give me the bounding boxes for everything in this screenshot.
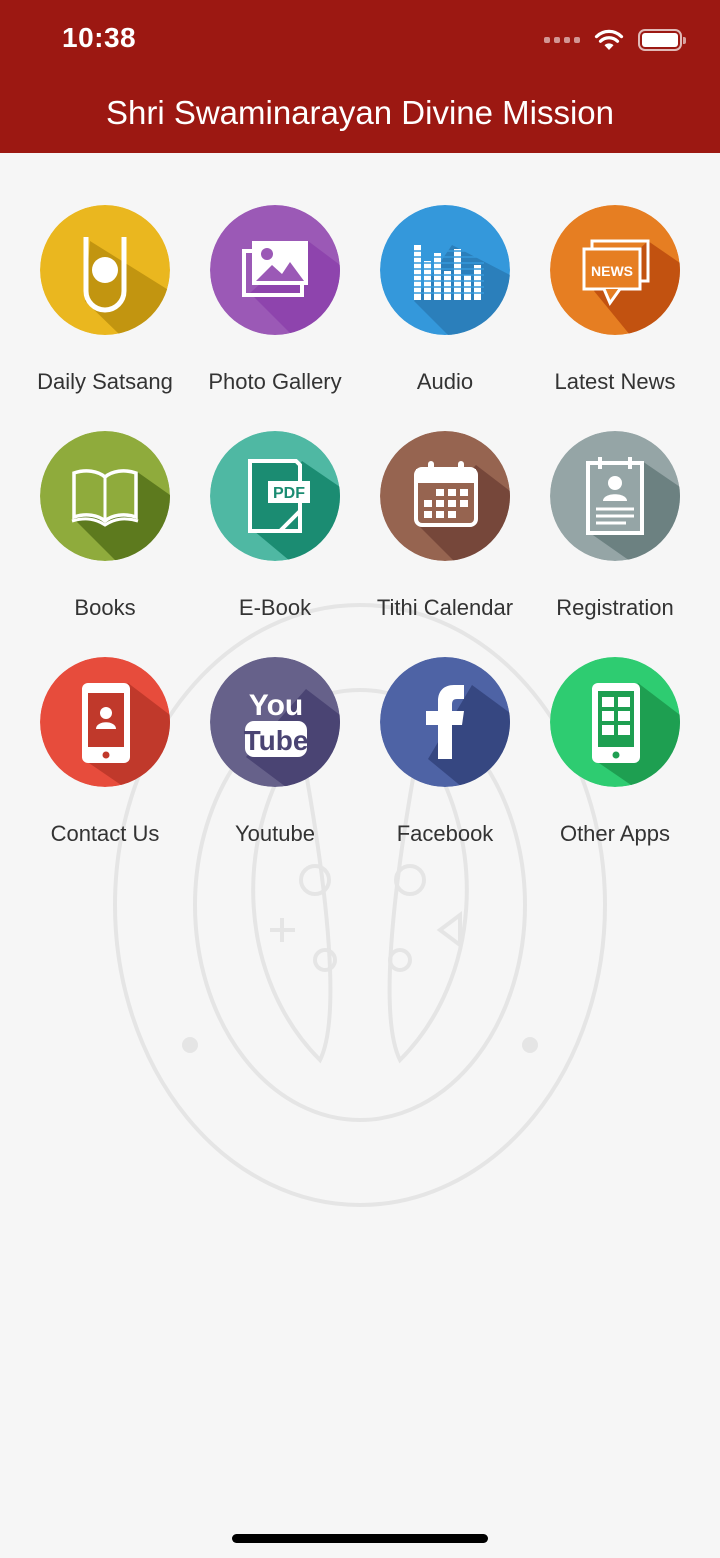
menu-grid: Daily Satsang Photo Gallery Audio NEWS L…: [20, 205, 700, 847]
tile-label: Contact Us: [50, 821, 160, 846]
home-indicator[interactable]: [232, 1534, 488, 1543]
tile-e-book[interactable]: PDF E-Book: [190, 431, 360, 621]
tile-label: E-Book: [238, 595, 312, 620]
tile-other-apps[interactable]: Other Apps: [530, 657, 700, 847]
tile-audio[interactable]: Audio: [360, 205, 530, 395]
pdf-icon: PDF: [210, 431, 340, 561]
svg-text:PDF: PDF: [273, 485, 305, 502]
svg-text:Tube: Tube: [244, 725, 309, 756]
apps-phone-icon: [550, 657, 680, 787]
tile-photo-gallery[interactable]: Photo Gallery: [190, 205, 360, 395]
svg-text:NEWS: NEWS: [591, 263, 633, 279]
book-icon: [40, 431, 170, 561]
tile-label: Daily Satsang: [37, 369, 173, 394]
calendar-icon: [380, 431, 510, 561]
cellular-signal-icon: [544, 37, 580, 43]
news-icon: NEWS: [550, 205, 680, 335]
tile-books[interactable]: Books: [20, 431, 190, 621]
tile-facebook[interactable]: Facebook: [360, 657, 530, 847]
tile-registration[interactable]: Registration: [530, 431, 700, 621]
facebook-icon: [380, 657, 510, 787]
tile-contact-us[interactable]: Contact Us: [20, 657, 190, 847]
tile-label: Tithi Calendar: [376, 595, 514, 620]
status-time: 10:38: [62, 22, 137, 53]
page-title: Shri Swaminarayan Divine Mission: [105, 94, 615, 131]
tile-label: Audio: [416, 369, 474, 394]
tile-label: Youtube: [235, 821, 315, 846]
tile-label: Books: [74, 595, 136, 620]
registration-icon: [550, 431, 680, 561]
tilak-icon: [40, 205, 170, 335]
tile-latest-news[interactable]: NEWS Latest News: [530, 205, 700, 395]
tile-label: Facebook: [396, 821, 494, 846]
app-header: 10:38 Shri Swaminarayan Divine Mission: [0, 0, 720, 153]
tile-label: Other Apps: [559, 821, 671, 846]
status-icons: [544, 26, 686, 54]
tile-tithi-calendar[interactable]: Tithi Calendar: [360, 431, 530, 621]
battery-icon: [638, 29, 686, 51]
youtube-icon: You Tube: [210, 657, 340, 787]
svg-text:You: You: [249, 689, 303, 722]
tile-daily-satsang[interactable]: Daily Satsang: [20, 205, 190, 395]
phone-contact-icon: [40, 657, 170, 787]
tile-label: Registration: [556, 595, 674, 620]
gallery-icon: [210, 205, 340, 335]
equalizer-icon: [380, 205, 510, 335]
wifi-icon: [594, 29, 624, 50]
tile-label: Latest News: [554, 369, 676, 394]
tile-label: Photo Gallery: [208, 369, 342, 394]
tile-youtube[interactable]: You Tube Youtube: [190, 657, 360, 847]
